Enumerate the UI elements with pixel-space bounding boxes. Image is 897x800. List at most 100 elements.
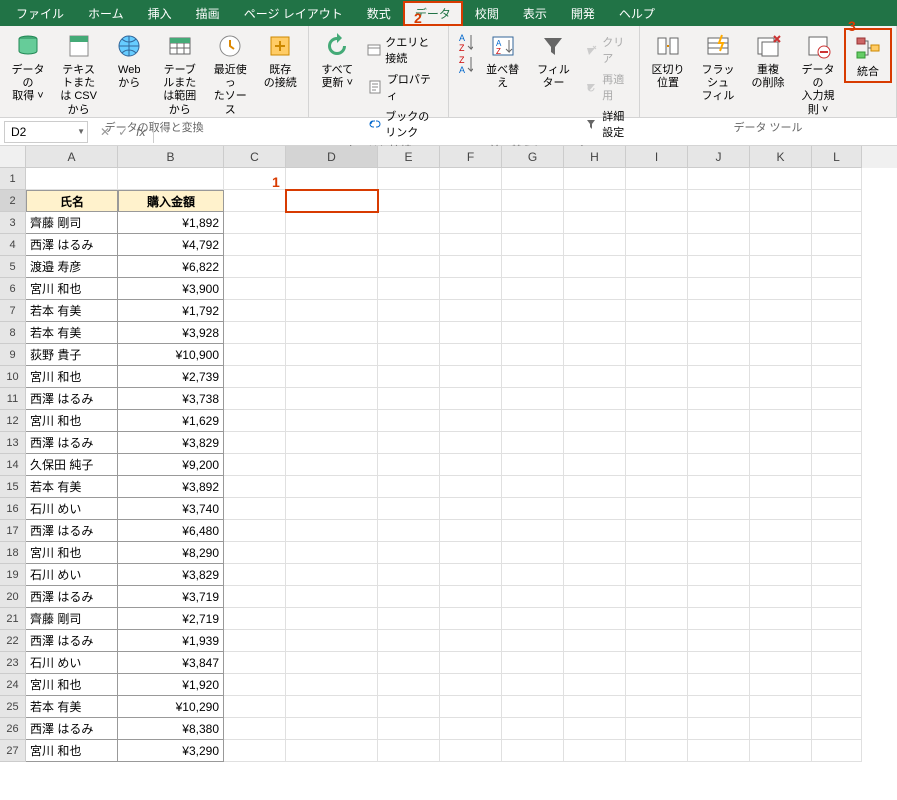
cell[interactable]	[812, 740, 862, 762]
cell[interactable]	[812, 454, 862, 476]
cell[interactable]: ¥1,920	[118, 674, 224, 696]
ribbon-button[interactable]: 既存 の接続	[256, 28, 304, 92]
cell[interactable]	[502, 674, 564, 696]
cell[interactable]	[626, 586, 688, 608]
cell[interactable]	[688, 652, 750, 674]
cell[interactable]	[440, 454, 502, 476]
cell[interactable]	[626, 564, 688, 586]
cell[interactable]	[502, 586, 564, 608]
cell[interactable]	[564, 652, 626, 674]
cell[interactable]	[440, 212, 502, 234]
row-header[interactable]: 13	[0, 432, 26, 454]
cell[interactable]	[440, 520, 502, 542]
cell[interactable]	[286, 454, 378, 476]
cell[interactable]: 宮川 和也	[26, 366, 118, 388]
cell[interactable]: 宮川 和也	[26, 542, 118, 564]
row-header[interactable]: 11	[0, 388, 26, 410]
cell[interactable]	[286, 344, 378, 366]
cell[interactable]: ¥3,847	[118, 652, 224, 674]
cell[interactable]	[688, 586, 750, 608]
menu-tab-ファイル[interactable]: ファイル	[4, 1, 76, 26]
row-header[interactable]: 12	[0, 410, 26, 432]
cell[interactable]: 宮川 和也	[26, 674, 118, 696]
cell[interactable]	[564, 564, 626, 586]
cell[interactable]	[812, 696, 862, 718]
cell[interactable]: ¥1,792	[118, 300, 224, 322]
cell[interactable]	[812, 608, 862, 630]
cell[interactable]	[750, 652, 812, 674]
cell[interactable]	[286, 608, 378, 630]
cell[interactable]: ¥3,892	[118, 476, 224, 498]
menu-tab-数式[interactable]: 数式	[355, 1, 403, 26]
cell[interactable]	[286, 366, 378, 388]
row-header[interactable]: 25	[0, 696, 26, 718]
cell[interactable]: 齊藤 剛司	[26, 212, 118, 234]
cell[interactable]: ¥9,200	[118, 454, 224, 476]
cell[interactable]	[750, 344, 812, 366]
cell[interactable]	[626, 542, 688, 564]
cell[interactable]	[286, 564, 378, 586]
row-header[interactable]: 8	[0, 322, 26, 344]
cell[interactable]	[440, 322, 502, 344]
cell[interactable]	[378, 256, 440, 278]
cell[interactable]	[286, 718, 378, 740]
cell[interactable]	[224, 190, 286, 212]
formula-input[interactable]	[153, 121, 897, 143]
cell[interactable]	[378, 168, 440, 190]
menu-tab-ホーム[interactable]: ホーム	[76, 1, 136, 26]
cell[interactable]	[440, 740, 502, 762]
cell[interactable]	[564, 520, 626, 542]
cell[interactable]: ¥4,792	[118, 234, 224, 256]
cell[interactable]	[750, 542, 812, 564]
cell[interactable]	[378, 718, 440, 740]
cell[interactable]	[688, 410, 750, 432]
cell[interactable]: 若本 有美	[26, 322, 118, 344]
cell[interactable]	[502, 564, 564, 586]
cell[interactable]	[626, 410, 688, 432]
cell[interactable]	[812, 520, 862, 542]
cell[interactable]	[564, 630, 626, 652]
cell[interactable]	[286, 542, 378, 564]
row-header[interactable]: 9	[0, 344, 26, 366]
row-header[interactable]: 17	[0, 520, 26, 542]
ribbon-button[interactable]: 最近使っ たソース	[206, 28, 254, 119]
cell[interactable]	[502, 410, 564, 432]
cell[interactable]	[502, 256, 564, 278]
cell[interactable]	[224, 740, 286, 762]
cell[interactable]	[812, 190, 862, 212]
confirm-icon[interactable]: ✓	[118, 125, 128, 139]
cell[interactable]	[378, 410, 440, 432]
cell[interactable]	[688, 190, 750, 212]
row-header[interactable]: 26	[0, 718, 26, 740]
cell[interactable]: ¥2,739	[118, 366, 224, 388]
cell[interactable]	[626, 718, 688, 740]
cell[interactable]	[626, 674, 688, 696]
cell[interactable]: 氏名	[26, 190, 118, 212]
cell[interactable]	[440, 278, 502, 300]
cell[interactable]	[440, 498, 502, 520]
row-header[interactable]: 6	[0, 278, 26, 300]
cell[interactable]	[812, 300, 862, 322]
ribbon-button[interactable]: 重複 の削除	[744, 28, 792, 92]
menu-tab-ページ レイアウト[interactable]: ページ レイアウト	[232, 1, 355, 26]
cell[interactable]	[812, 168, 862, 190]
cell[interactable]	[224, 630, 286, 652]
ribbon-button[interactable]: データの 入力規則 ˅	[794, 28, 842, 119]
cell[interactable]	[502, 300, 564, 322]
cell[interactable]	[286, 388, 378, 410]
cell[interactable]	[812, 718, 862, 740]
cell[interactable]	[812, 542, 862, 564]
cell[interactable]	[688, 366, 750, 388]
cell[interactable]	[440, 432, 502, 454]
cell[interactable]: 若本 有美	[26, 476, 118, 498]
row-header[interactable]: 10	[0, 366, 26, 388]
cell[interactable]	[812, 476, 862, 498]
cell[interactable]	[626, 454, 688, 476]
cell[interactable]	[286, 278, 378, 300]
cell[interactable]	[626, 432, 688, 454]
cell[interactable]	[286, 696, 378, 718]
fx-icon[interactable]: fx	[136, 125, 145, 139]
cell[interactable]	[564, 476, 626, 498]
cell[interactable]	[750, 718, 812, 740]
cell[interactable]	[688, 740, 750, 762]
